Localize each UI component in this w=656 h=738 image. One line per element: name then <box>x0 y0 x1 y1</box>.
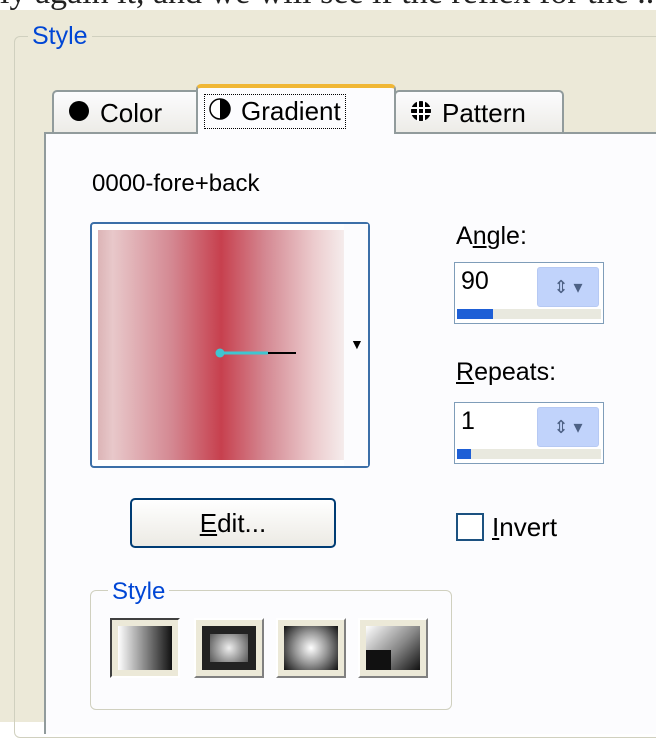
chevron-down-icon: ▼ <box>350 336 364 352</box>
tab-gradient-label: Gradient <box>241 95 341 126</box>
pattern-grid-icon <box>410 98 432 129</box>
style-group-legend: Style <box>28 22 92 50</box>
half-circle-icon <box>209 96 231 127</box>
spin-updown-icon: ⇕ ▾ <box>553 276 583 297</box>
spin-updown-icon: ⇕ ▾ <box>553 416 583 437</box>
repeats-label: Repeats: <box>456 358 557 386</box>
edit-button[interactable]: Edit... <box>130 498 336 548</box>
tab-focus-rect: Gradient <box>204 93 346 129</box>
background-caption: ly again it, and we will see if the refl… <box>0 0 656 10</box>
invert-checkbox[interactable] <box>456 513 484 541</box>
radial-style-button[interactable] <box>276 618 346 678</box>
rectangular-style-icon <box>202 626 256 670</box>
linear-style-button[interactable] <box>110 618 180 678</box>
repeats-value[interactable]: 1 <box>461 407 475 436</box>
repeats-spin-arrows[interactable]: ⇕ ▾ <box>537 407 599 447</box>
gradient-preview-dropdown[interactable]: ▼ <box>90 222 370 468</box>
filled-circle-icon <box>68 98 90 129</box>
gradient-style-legend: Style <box>108 578 170 606</box>
tab-color-label: Color <box>100 97 163 128</box>
repeats-slider[interactable] <box>457 449 601 459</box>
tab-pattern-label: Pattern <box>442 97 526 128</box>
gradient-swatch[interactable] <box>98 230 344 460</box>
sunburst-style-icon <box>366 626 420 670</box>
tab-pattern[interactable]: Pattern <box>394 90 564 134</box>
invert-label[interactable]: Invert <box>492 512 557 543</box>
angle-spin-arrows[interactable]: ⇕ ▾ <box>537 267 599 307</box>
angle-slider[interactable] <box>457 309 601 319</box>
angle-label: Angle: <box>456 222 527 250</box>
dropdown-arrow-button[interactable]: ▼ <box>344 224 368 466</box>
repeats-spinbox[interactable]: 1 ⇕ ▾ <box>454 402 604 464</box>
gradient-name: 0000-fore+back <box>92 170 260 197</box>
angle-handle-icon[interactable] <box>212 348 296 358</box>
angle-spinbox[interactable]: 90 ⇕ ▾ <box>454 262 604 324</box>
radial-style-icon <box>284 626 338 670</box>
linear-style-icon <box>118 626 172 670</box>
angle-value[interactable]: 90 <box>461 267 489 296</box>
rectangular-style-button[interactable] <box>194 618 264 678</box>
tab-color[interactable]: Color <box>52 90 202 134</box>
sunburst-style-button[interactable] <box>358 618 428 678</box>
repeats-slider-fill <box>457 449 472 459</box>
angle-slider-fill <box>457 309 493 319</box>
tab-gradient[interactable]: Gradient <box>196 84 396 134</box>
style-tabstrip: Color Gradient Pattern <box>44 84 644 134</box>
